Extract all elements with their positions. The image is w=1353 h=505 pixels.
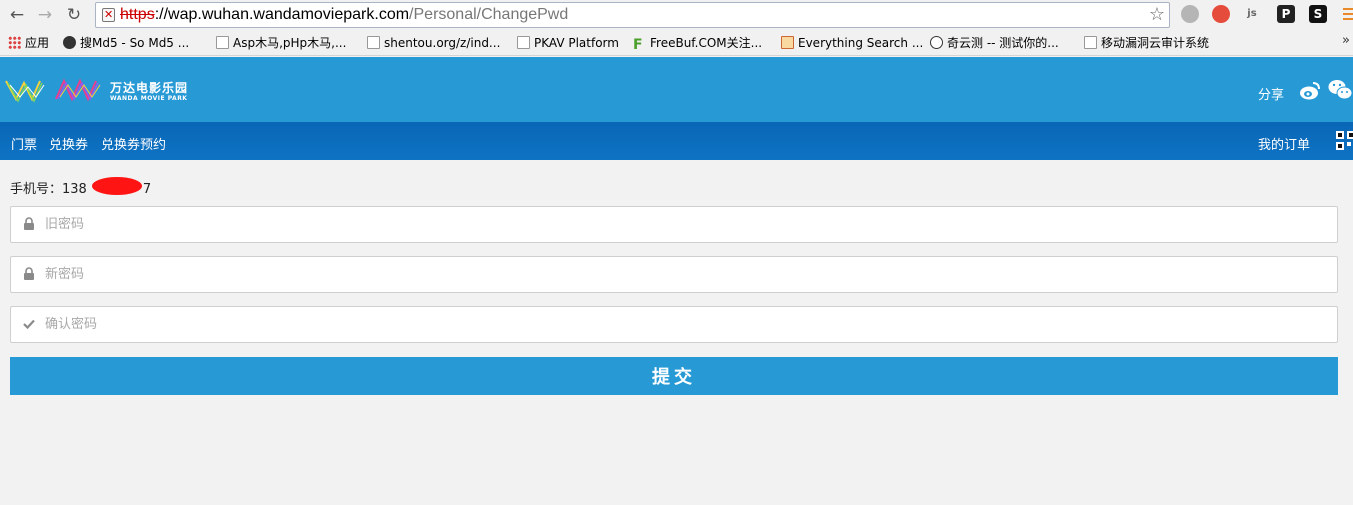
check-icon	[23, 319, 35, 330]
browser-menu-icon[interactable]	[1343, 5, 1353, 23]
bookmark-everything[interactable]: Everything Search ...	[781, 35, 923, 51]
bookmark-md5[interactable]: 搜Md5 - So Md5 ...	[63, 35, 189, 51]
p-extension-icon[interactable]: P	[1277, 5, 1295, 23]
confirm-password-input[interactable]	[45, 307, 1325, 342]
logo-subtitle: WANDA MOVIE PARK	[110, 95, 188, 102]
nav-my-orders[interactable]: 我的订单	[1258, 134, 1310, 153]
insecure-lock-icon[interactable]	[102, 8, 115, 22]
freebuf-icon: F	[633, 37, 643, 53]
globe-extension-icon[interactable]	[1181, 5, 1199, 23]
url-text: https://wap.wuhan.wandamoviepark.com/Per…	[120, 6, 569, 23]
site-header: 万达电影乐园 WANDA MOVIE PARK 分享	[0, 57, 1353, 122]
lock-icon	[24, 267, 34, 280]
main-nav: 门票 兑换券 兑换券预约 我的订单	[0, 122, 1353, 160]
browser-toolbar: ← → ↻ https://wap.wuhan.wandamoviepark.c…	[0, 0, 1353, 30]
share-label: 分享	[1258, 88, 1285, 103]
nav-vouchers[interactable]: 兑换券	[49, 134, 88, 153]
bookmark-freebuf[interactable]: F FreeBuf.COM关注...	[633, 35, 762, 53]
back-icon[interactable]: ←	[6, 4, 28, 26]
bookmark-qiyunce[interactable]: 奇云测 -- 测试你的...	[930, 35, 1059, 51]
s-extension-icon[interactable]: S	[1309, 5, 1327, 23]
bookmark-asp[interactable]: Asp木马,pHp木马,...	[216, 35, 346, 51]
qr-code-icon[interactable]	[1336, 131, 1353, 151]
old-password-input[interactable]	[45, 207, 1325, 242]
js-extension-icon[interactable]: js	[1243, 5, 1261, 23]
nav-tickets[interactable]: 门票	[11, 134, 37, 153]
forward-icon[interactable]: →	[34, 4, 56, 26]
search-icon	[781, 36, 794, 49]
bookmark-star-icon[interactable]: ☆	[1149, 4, 1165, 25]
wechat-icon[interactable]	[1328, 79, 1353, 101]
new-password-field[interactable]	[10, 256, 1338, 293]
md5-icon	[63, 36, 76, 49]
page-icon	[1084, 36, 1097, 49]
bookmark-shentou[interactable]: shentou.org/z/ind...	[367, 35, 500, 51]
logo-title: 万达电影乐园	[110, 81, 189, 95]
wanda-logo-icon[interactable]	[4, 77, 104, 103]
new-password-input[interactable]	[45, 257, 1325, 292]
apps-icon	[8, 36, 21, 49]
page-icon	[216, 36, 229, 49]
bookmarks-bar: 应用 搜Md5 - So Md5 ... Asp木马,pHp木马,... she…	[0, 30, 1353, 56]
lock-icon	[24, 217, 34, 230]
page-icon	[517, 36, 530, 49]
page-icon	[367, 36, 380, 49]
reload-icon[interactable]: ↻	[63, 4, 85, 26]
address-bar[interactable]: https://wap.wuhan.wandamoviepark.com/Per…	[95, 2, 1170, 28]
bookmark-apps[interactable]: 应用	[8, 35, 49, 51]
clock-icon	[930, 36, 943, 49]
santa-extension-icon[interactable]	[1212, 5, 1230, 23]
bookmark-pkav[interactable]: PKAV Platform	[517, 35, 619, 51]
bookmarks-overflow-icon[interactable]: »	[1342, 33, 1350, 48]
bookmark-mobile-audit[interactable]: 移动漏洞云审计系统	[1084, 35, 1209, 51]
redaction-mark	[92, 177, 142, 195]
submit-button[interactable]: 提交	[10, 357, 1338, 395]
weibo-icon[interactable]	[1299, 81, 1321, 101]
old-password-field[interactable]	[10, 206, 1338, 243]
confirm-password-field[interactable]	[10, 306, 1338, 343]
nav-voucher-booking[interactable]: 兑换券预约	[101, 134, 166, 153]
